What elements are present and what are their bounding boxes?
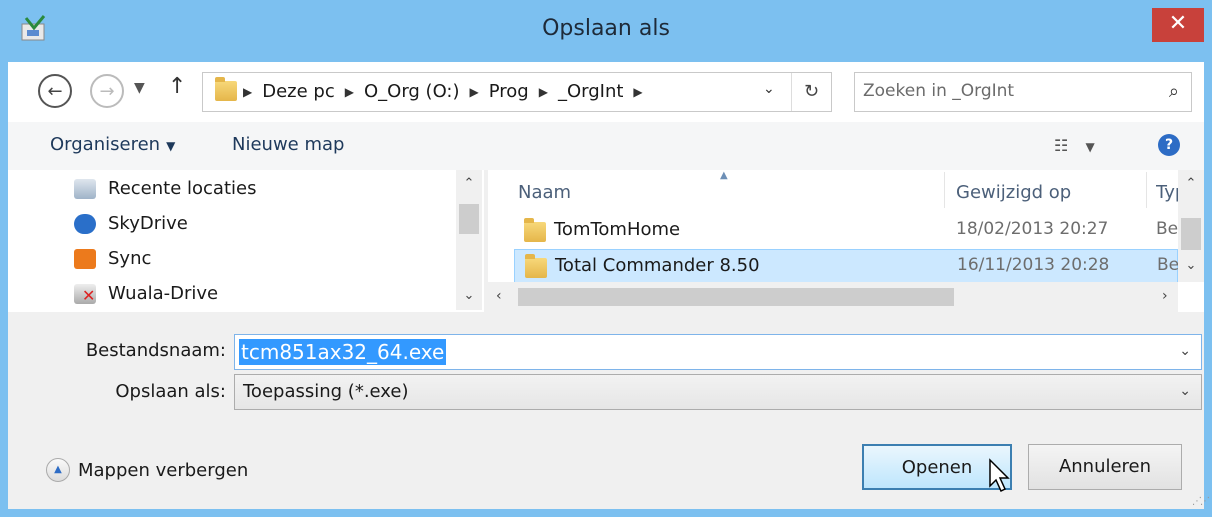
chevron-down-icon[interactable]: ⌄ — [1179, 383, 1191, 399]
breadcrumb-item-this-pc[interactable]: Deze pc — [262, 81, 335, 102]
nav-item-skydrive[interactable]: SkyDrive — [74, 213, 188, 234]
new-folder-button[interactable]: Nieuwe map — [232, 134, 344, 155]
scrollbar-thumb[interactable] — [459, 204, 479, 234]
breadcrumb-separator[interactable]: ▶ — [633, 85, 642, 99]
nav-item-label: Sync — [108, 248, 152, 269]
nav-item-recent-places[interactable]: Recente locaties — [74, 178, 256, 199]
search-icon[interactable]: ⌕ — [1169, 81, 1179, 102]
nav-item-sync[interactable]: Sync — [74, 248, 151, 269]
address-history-dropdown[interactable]: ⌄ — [763, 81, 775, 97]
forward-arrow-icon: → — [99, 80, 115, 102]
chevron-down-icon[interactable]: ⌄ — [1179, 343, 1191, 359]
refresh-icon: ↻ — [803, 81, 820, 102]
breadcrumb-item-orgint[interactable]: _OrgInt — [558, 81, 623, 102]
scroll-down-arrow[interactable]: ⌄ — [1178, 258, 1204, 273]
breadcrumb: ▶ Deze pc ▶ O_Org (O:) ▶ Prog ▶ _OrgInt … — [243, 81, 643, 102]
scroll-up-arrow[interactable]: ⌃ — [1178, 176, 1204, 191]
column-header-type[interactable]: Type — [1156, 182, 1178, 203]
navigation-scrollbar[interactable]: ⌃ ⌄ — [456, 170, 482, 310]
file-list-horizontal-scrollbar[interactable]: ‹ › — [488, 282, 1178, 312]
organize-label: Organiseren — [50, 134, 161, 155]
recent-locations-dropdown[interactable]: ▼ — [134, 80, 145, 96]
breadcrumb-separator[interactable]: ▶ — [470, 85, 479, 99]
details-view-icon: ☷ — [1054, 136, 1069, 155]
organize-button[interactable]: Organiseren ▼ — [50, 134, 175, 155]
nav-item-label: SkyDrive — [108, 213, 188, 234]
chevron-down-icon: ▼ — [1085, 140, 1095, 154]
resize-grip-icon[interactable]: ⋰⋰ — [1192, 496, 1210, 507]
command-bar: Organiseren ▼ Nieuwe map ☷ ▼ ? — [8, 122, 1204, 170]
back-button[interactable]: ← — [38, 74, 72, 108]
file-row[interactable]: TomTomHome 18/02/2013 20:27 Bestandsmap — [514, 214, 1178, 248]
column-header-modified[interactable]: Gewijzigd op — [956, 182, 1071, 203]
navigation-pane: Recente locaties SkyDrive Sync ✕ Wuala-D… — [8, 170, 484, 312]
sync-icon — [74, 248, 96, 269]
forward-button[interactable]: → — [90, 74, 124, 108]
scroll-down-arrow[interactable]: ⌄ — [456, 288, 482, 303]
scroll-up-arrow[interactable]: ⌃ — [456, 176, 482, 191]
breadcrumb-separator[interactable]: ▶ — [539, 85, 548, 99]
breadcrumb-item-drive[interactable]: O_Org (O:) — [364, 81, 460, 102]
nav-item-label: Wuala-Drive — [108, 283, 219, 304]
column-header-name[interactable]: Naam — [518, 182, 571, 203]
breadcrumb-separator[interactable]: ▶ — [345, 85, 354, 99]
hide-folders-button[interactable]: ▲ Mappen verbergen — [46, 458, 248, 482]
search-box[interactable]: ⌕ — [854, 72, 1192, 112]
address-row: ← → ▼ ↑ ▶ Deze pc ▶ O_Org (O:) ▶ Prog ▶ … — [8, 62, 1204, 122]
skydrive-icon — [74, 213, 96, 234]
filetype-select[interactable]: Toepassing (*.exe) ⌄ — [234, 374, 1202, 410]
hide-folders-label: Mappen verbergen — [78, 459, 249, 481]
folder-icon — [524, 218, 546, 242]
close-button[interactable]: ✕ — [1152, 8, 1204, 42]
network-drive-icon: ✕ — [74, 283, 96, 305]
nav-item-wuala-drive[interactable]: ✕ Wuala-Drive — [74, 283, 219, 305]
cancel-button[interactable]: Annuleren — [1028, 444, 1182, 490]
scroll-left-arrow[interactable]: ‹ — [496, 288, 502, 304]
file-type: Bestandsmap — [1157, 255, 1179, 275]
file-list-vertical-scrollbar[interactable]: ⌃ ⌄ — [1178, 170, 1204, 282]
recent-places-icon — [74, 178, 96, 199]
view-options-button[interactable]: ☷ ▼ — [1054, 136, 1095, 155]
folder-icon — [215, 77, 237, 101]
file-type: Bestandsmap — [1156, 219, 1178, 239]
scroll-right-arrow[interactable]: › — [1162, 288, 1168, 304]
window-title: Opslaan als — [542, 16, 670, 41]
back-arrow-icon: ← — [47, 80, 63, 102]
search-input[interactable] — [863, 81, 1143, 101]
file-modified: 16/11/2013 20:28 — [957, 255, 1110, 275]
folder-icon — [525, 254, 547, 278]
filetype-value: Toepassing (*.exe) — [243, 381, 409, 402]
refresh-button[interactable]: ↻ — [791, 73, 831, 111]
column-divider[interactable] — [944, 172, 945, 208]
scrollbar-thumb[interactable] — [518, 288, 954, 306]
filename-combobox[interactable]: tcm851ax32_64.exe ⌄ — [234, 334, 1202, 370]
file-name: Total Commander 8.50 — [555, 255, 760, 276]
save-as-dialog: Opslaan als ✕ ← → ▼ ↑ ▶ Deze pc ▶ O_Org … — [0, 0, 1212, 517]
file-row-selected[interactable]: Total Commander 8.50 16/11/2013 20:28 Be… — [514, 249, 1179, 283]
sort-ascending-icon: ▲ — [720, 170, 728, 181]
address-bar[interactable]: ▶ Deze pc ▶ O_Org (O:) ▶ Prog ▶ _OrgInt … — [202, 72, 832, 112]
breadcrumb-separator[interactable]: ▶ — [243, 85, 252, 99]
up-folder-button[interactable]: ↑ — [168, 74, 186, 99]
breadcrumb-item-prog[interactable]: Prog — [489, 81, 529, 102]
collapse-up-icon: ▲ — [46, 458, 70, 482]
chevron-down-icon: ▼ — [166, 139, 176, 153]
filetype-label: Opslaan als: — [115, 381, 226, 402]
disconnected-x-icon: ✕ — [82, 285, 96, 305]
filename-label: Bestandsnaam: — [85, 340, 226, 361]
help-icon[interactable]: ? — [1158, 134, 1180, 156]
scrollbar-thumb[interactable] — [1181, 218, 1201, 250]
file-list: ▲ Naam Gewijzigd op Type TomTomHome 18/0… — [488, 170, 1204, 312]
file-modified: 18/02/2013 20:27 — [956, 219, 1109, 239]
mouse-cursor-icon — [989, 458, 1010, 493]
filename-input[interactable]: tcm851ax32_64.exe — [239, 339, 447, 365]
file-name: TomTomHome — [554, 219, 681, 240]
column-divider[interactable] — [1146, 172, 1147, 208]
title-bar[interactable]: Opslaan als ✕ — [0, 0, 1212, 62]
nav-item-label: Recente locaties — [108, 178, 257, 199]
